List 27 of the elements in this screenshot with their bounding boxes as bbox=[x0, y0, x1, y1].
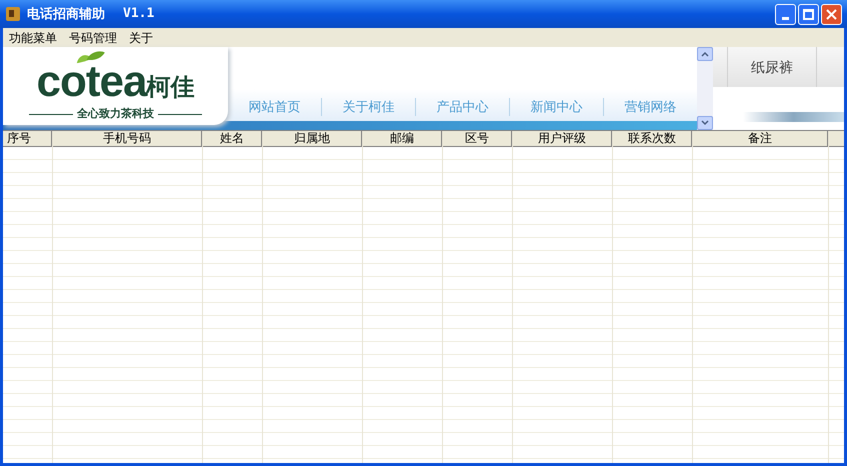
slogan: 全心致力茶科技 bbox=[77, 106, 154, 122]
column-header[interactable]: 手机号码 bbox=[53, 131, 202, 147]
brand-name-cn: 柯佳 bbox=[146, 74, 194, 102]
maximize-icon bbox=[803, 8, 814, 20]
maximize-button[interactable] bbox=[798, 4, 819, 24]
window-title: 电话招商辅助 bbox=[27, 5, 105, 24]
column-header[interactable]: 序号 bbox=[3, 131, 52, 147]
column-header[interactable]: 用户评级 bbox=[513, 131, 612, 147]
scroll-up-icon[interactable] bbox=[697, 47, 713, 61]
menu-item[interactable]: 关于 bbox=[129, 28, 153, 46]
close-button[interactable] bbox=[821, 4, 842, 24]
minimize-icon bbox=[782, 16, 789, 20]
brand-logo: cotea bbox=[36, 62, 146, 102]
close-icon bbox=[826, 8, 837, 20]
column-header[interactable]: 归属地 bbox=[263, 131, 362, 147]
column-header[interactable]: 邮编 bbox=[363, 131, 442, 147]
column-header[interactable]: 区号 bbox=[443, 131, 512, 147]
menu-item[interactable]: 号码管理 bbox=[69, 28, 117, 46]
minimize-button[interactable] bbox=[775, 4, 796, 24]
scroll-down-icon[interactable] bbox=[697, 116, 713, 130]
column-header[interactable]: 联系次数 bbox=[613, 131, 692, 147]
column-header[interactable]: 姓名 bbox=[203, 131, 262, 147]
version-label: V1.1 bbox=[123, 5, 154, 24]
scrollbar[interactable] bbox=[697, 47, 713, 130]
app-icon bbox=[5, 6, 21, 22]
column-header[interactable]: 备注 bbox=[693, 131, 828, 147]
menu-item[interactable]: 功能菜单 bbox=[9, 28, 57, 46]
